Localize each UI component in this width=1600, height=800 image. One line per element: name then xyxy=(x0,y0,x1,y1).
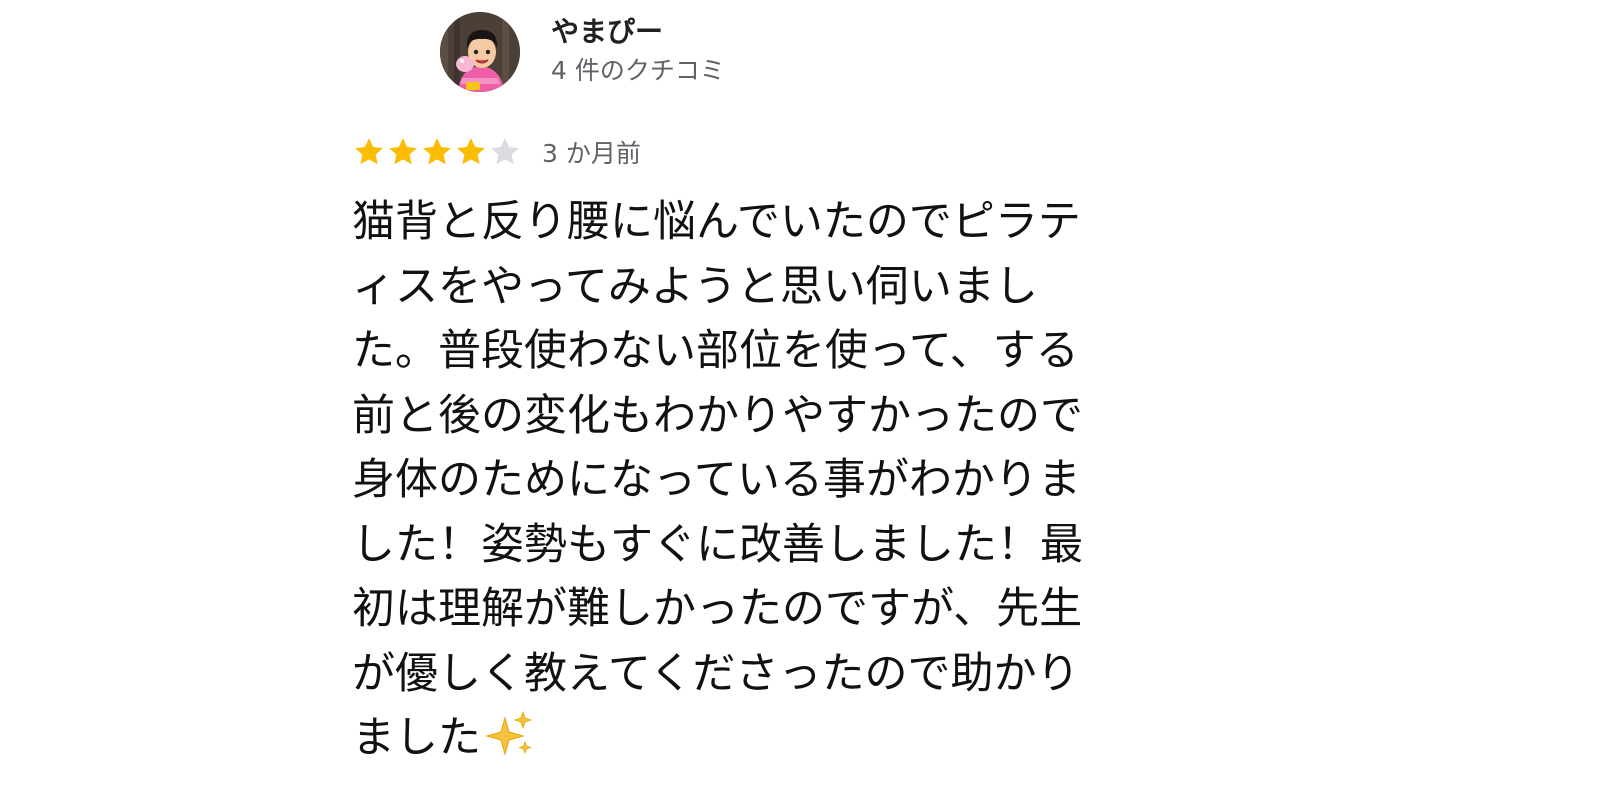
review-text: 猫背と反り腰に悩んでいたのでピラテ ィスをやってみようと思い伺いまし た。普段使… xyxy=(352,190,1212,771)
review-count: 4 件のクチコミ xyxy=(551,56,725,85)
star-empty-icon xyxy=(491,138,519,165)
review-text-line: した！姿勢もすぐに改善しました！最 xyxy=(352,519,1083,570)
review-date: 3 か月前 xyxy=(542,139,641,168)
review-card: やまぴー 4 件のクチコミ 3 か月前 猫背と反り腰に悩んでいたのでピラテ ィス… xyxy=(0,0,1600,800)
review-text-line: 猫背と反り腰に悩んでいたのでピラテ xyxy=(352,197,1081,247)
reviewer-name[interactable]: やまぴー xyxy=(551,14,663,50)
review-text-line-last: ました xyxy=(352,706,1212,771)
review-text-line-content: ました xyxy=(352,713,481,763)
star-filled-icon xyxy=(355,138,383,165)
star-rating xyxy=(352,135,522,169)
reviewer-avatar[interactable] xyxy=(440,12,520,92)
review-text-line: 初は理解が難しかったのですが、先生 xyxy=(352,584,1083,634)
review-text-line: 前と後の変化もわかりやすかったので xyxy=(352,390,1083,441)
review-text-line: が優しく教えてくださったので助かり xyxy=(352,648,1080,699)
review-text-line: 身体のためになっている事がわかりま xyxy=(352,455,1081,505)
star-filled-icon xyxy=(423,138,451,165)
sparkles-icon xyxy=(485,710,533,756)
review-text-line: た。普段使わない部位を使って、する xyxy=(352,326,1079,376)
cartoon-avatar-icon xyxy=(440,12,520,92)
star-filled-icon xyxy=(389,138,417,165)
star-filled-icon xyxy=(457,138,485,165)
review-text-line: ィスをやってみようと思い伺いまし xyxy=(352,261,1038,312)
rating-row: 3 か月前 xyxy=(352,134,641,170)
